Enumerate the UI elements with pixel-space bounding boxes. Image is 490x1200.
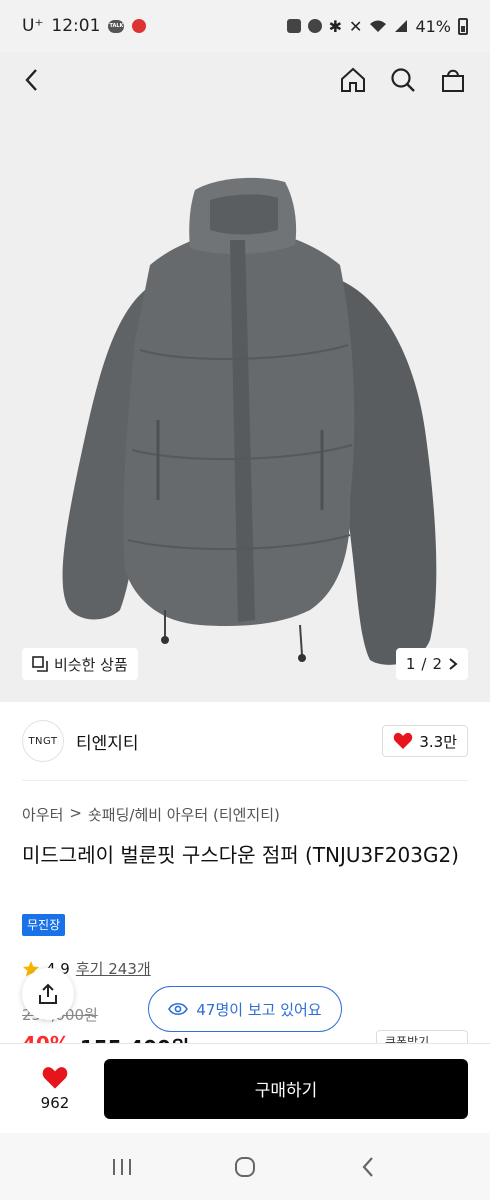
kakaotalk-notification-icon: TALK — [108, 19, 125, 33]
home-icon — [341, 67, 365, 92]
musinsa-delivery-badge: 무진장 — [22, 914, 66, 936]
battery-icon — [458, 17, 468, 35]
system-navigation-bar — [0, 1133, 490, 1200]
similar-products-label: 비슷한 상품 — [54, 655, 128, 674]
bottom-purchase-bar: 962 구매하기 — [0, 1043, 490, 1133]
brand-like-count: 3.3만 — [419, 732, 457, 751]
clock: 12:01 — [51, 16, 101, 36]
heart-icon — [42, 1066, 68, 1089]
top-navigation — [0, 52, 490, 108]
back-chevron-icon — [362, 1156, 374, 1177]
share-icon — [39, 983, 57, 1004]
image-page-indicator[interactable]: 1 / 2 — [395, 648, 468, 680]
share-button[interactable] — [22, 968, 74, 1020]
search-button[interactable] — [388, 65, 418, 95]
page-current: 1 — [405, 655, 416, 673]
top-actions — [338, 65, 468, 95]
shopping-bag-icon — [442, 69, 464, 92]
copy-icon — [32, 656, 48, 672]
home-circle-icon — [234, 1156, 255, 1177]
recent-apps-button[interactable] — [102, 1147, 142, 1187]
brand-like-button[interactable]: 3.3만 — [382, 725, 468, 757]
similar-products-button[interactable]: 비슷한 상품 — [22, 648, 138, 680]
search-icon — [391, 68, 415, 92]
breadcrumb: 아우터 > 숏패딩/헤비 아우터 (티엔지티) — [22, 804, 280, 825]
brand-name[interactable]: 티엔지티 — [76, 729, 139, 754]
back-nav-button[interactable] — [348, 1147, 388, 1187]
status-right: ✱ ✕ 41% — [286, 16, 468, 36]
breadcrumb-separator: > — [69, 804, 82, 822]
signal-icon — [395, 20, 408, 32]
page-total: 2 — [432, 655, 442, 673]
live-viewers-indicator: 47명이 보고 있어요 — [148, 986, 342, 1032]
battery-percent: 41% — [415, 16, 451, 36]
breadcrumb-item-outer[interactable]: 아우터 — [22, 804, 63, 825]
chevron-left-icon — [25, 69, 37, 91]
bluetooth-icon: ✱ — [328, 16, 343, 36]
wifi-icon — [370, 20, 387, 32]
carrier-label: U⁺ — [22, 16, 44, 36]
buy-button[interactable]: 구매하기 — [104, 1058, 468, 1119]
breadcrumb-item-padding[interactable]: 숏패딩/헤비 아우터 (티엔지티) — [88, 804, 280, 825]
status-left: U⁺ 12:01 TALK — [22, 16, 147, 36]
screenshot-icon — [286, 19, 301, 33]
recent-apps-icon — [112, 1158, 131, 1175]
product-image — [62, 177, 437, 665]
wishlist-button[interactable]: 962 — [22, 1066, 88, 1112]
status-bar: U⁺ 12:01 TALK ✱ ✕ 41% — [0, 0, 490, 52]
mute-icon: ✕ — [349, 16, 363, 36]
review-count-link[interactable]: 후기 243개 — [76, 958, 151, 979]
brand-row: TNGT 티엔지티 3.3만 — [22, 718, 468, 764]
alarm-icon — [307, 19, 322, 33]
live-viewers-text: 47명이 보고 있어요 — [196, 1000, 322, 1019]
page-separator: / — [421, 655, 427, 673]
home-nav-button[interactable] — [225, 1147, 265, 1187]
brand-logo[interactable]: TNGT — [22, 720, 64, 762]
home-button[interactable] — [338, 65, 368, 95]
chevron-right-icon — [449, 658, 458, 670]
product-image-carousel[interactable] — [0, 52, 490, 702]
product-title: 미드그레이 벌룬핏 구스다운 점퍼 (TNJU3F203G2) — [22, 843, 459, 867]
santa-notification-icon — [132, 19, 147, 33]
wishlist-count: 962 — [40, 1093, 70, 1112]
eye-icon — [168, 1002, 189, 1016]
back-button[interactable] — [22, 65, 52, 95]
heart-icon — [394, 732, 413, 749]
coupon-button[interactable]: 쿠폰받기 — [376, 1030, 468, 1044]
divider — [22, 780, 468, 781]
cart-button[interactable] — [438, 65, 468, 95]
